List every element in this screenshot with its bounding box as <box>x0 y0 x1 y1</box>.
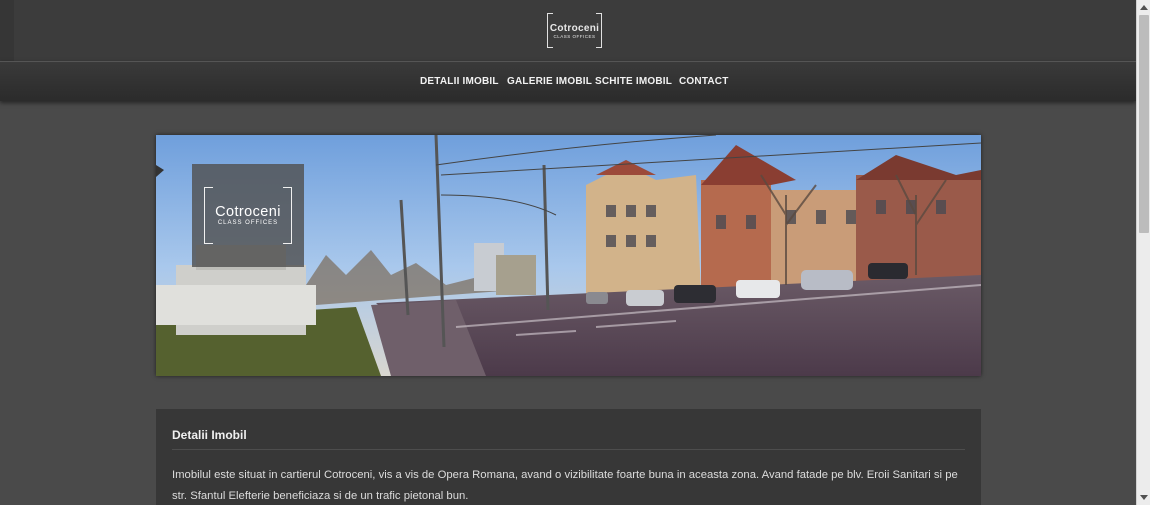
logo-name: Cotroceni <box>549 23 600 34</box>
header-inner: Cotroceni CLASS OFFICES <box>14 0 1136 61</box>
main-nav: DETALII IMOBIL GALERIE IMOBIL SCHITE IMO… <box>0 61 1136 101</box>
scroll-down-arrow-icon[interactable] <box>1140 495 1148 500</box>
vertical-scrollbar[interactable] <box>1136 0 1150 505</box>
nav-galerie-imobil[interactable]: GALERIE IMOBIL <box>507 76 592 87</box>
scroll-thumb[interactable] <box>1139 15 1149 233</box>
logo-tagline: CLASS OFFICES <box>553 34 596 39</box>
details-text: Imobilul este situat in cartierul Cotroc… <box>172 469 958 502</box>
details-panel: Detalii Imobil Imobilul este situat in c… <box>156 409 981 505</box>
hero-logo-name: Cotroceni <box>215 204 281 220</box>
hero-banner: Cotroceni CLASS OFFICES <box>156 135 981 376</box>
details-divider <box>172 449 965 450</box>
scroll-up-arrow-icon[interactable] <box>1140 5 1148 10</box>
details-title: Detalii Imobil <box>172 428 247 442</box>
nav-detalii-imobil[interactable]: DETALII IMOBIL <box>420 76 499 87</box>
hero-logo-box: Cotroceni CLASS OFFICES <box>192 164 304 267</box>
nav-schite-imobil[interactable]: SCHITE IMOBIL <box>595 76 672 87</box>
hero-logo-tagline: CLASS OFFICES <box>217 220 279 226</box>
site-logo[interactable]: Cotroceni CLASS OFFICES <box>547 13 602 48</box>
nav-contact[interactable]: CONTACT <box>679 76 729 87</box>
header: Cotroceni CLASS OFFICES <box>0 0 1136 61</box>
page: Cotroceni CLASS OFFICES DETALII IMOBIL G… <box>0 0 1136 505</box>
